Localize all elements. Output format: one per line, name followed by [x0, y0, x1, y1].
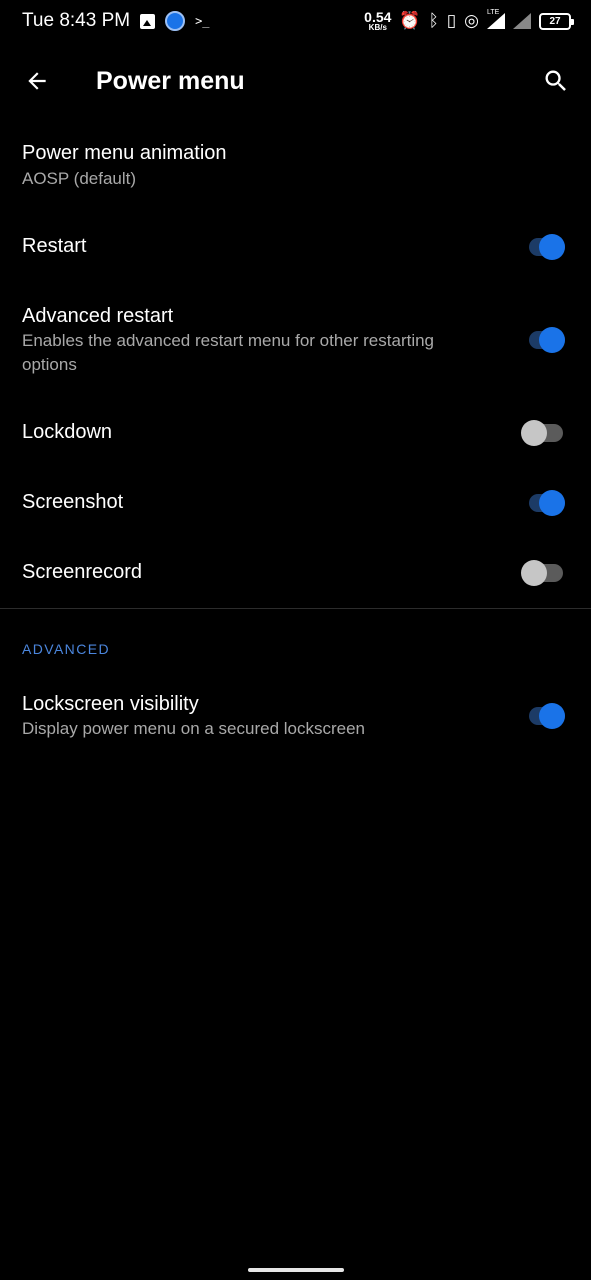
gesture-nav-handle[interactable]	[248, 1268, 344, 1272]
toggle-thumb	[521, 420, 547, 446]
setting-title: Lockscreen visibility	[22, 693, 199, 715]
setting-power-menu-animation[interactable]: Power menu animation AOSP (default)	[0, 130, 591, 204]
app-notification-icon	[165, 11, 186, 31]
status-time: Tue 8:43 PM	[22, 10, 131, 31]
setting-restart[interactable]: Restart	[0, 212, 591, 280]
settings-screen: Tue 8:43 PM >_ 0.54 KB/s ⏰ ᛒ ▯ ◎ LTE 27	[0, 0, 591, 1280]
toggle-thumb	[521, 560, 547, 586]
setting-summary-line: Enables the advanced restart menu for ot…	[22, 331, 435, 350]
signal-no-data-icon	[513, 13, 531, 29]
setting-title: Power menu animation	[22, 142, 227, 164]
arrow-back-icon	[28, 72, 46, 90]
setting-title: Restart	[22, 235, 87, 257]
screenshot-toggle[interactable]	[521, 487, 565, 517]
network-speed: 0.54 KB/s	[364, 10, 391, 32]
setting-summary-line: options	[22, 355, 77, 374]
setting-summary: AOSP (default)	[22, 169, 137, 188]
network-type: LTE	[487, 9, 500, 16]
network-speed-value: 0.54	[364, 9, 392, 25]
setting-screenrecord[interactable]: Screenrecord	[0, 538, 591, 606]
terminal-icon: >_	[195, 14, 210, 28]
page-title: Power menu	[96, 67, 245, 95]
battery-icon: 27	[539, 12, 574, 30]
setting-screenshot[interactable]: Screenshot	[0, 468, 591, 536]
alarm-icon: ⏰	[399, 11, 421, 30]
app-bar: Power menu	[0, 52, 591, 110]
search-icon	[545, 70, 566, 91]
lockscreen-visibility-toggle[interactable]	[521, 700, 565, 730]
status-bar-right: 0.54 KB/s ⏰ ᛒ ▯ ◎ LTE 27	[364, 9, 574, 32]
status-bar: Tue 8:43 PM >_ 0.54 KB/s ⏰ ᛒ ▯ ◎ LTE 27	[0, 0, 591, 44]
toggle-thumb	[539, 327, 565, 353]
vibrate-icon: ▯	[446, 11, 457, 30]
search-button[interactable]	[537, 62, 575, 100]
section-divider	[0, 608, 591, 609]
setting-lockscreen-visibility[interactable]: Lockscreen visibility Display power menu…	[0, 676, 591, 756]
section-header-advanced: ADVANCED	[22, 641, 110, 657]
toggle-thumb	[539, 703, 565, 729]
setting-title: Lockdown	[22, 421, 113, 443]
advanced-restart-toggle[interactable]	[521, 324, 565, 354]
network-speed-unit: KB/s	[368, 23, 387, 32]
image-icon	[140, 13, 156, 29]
setting-summary: Enables the advanced restart menu for ot…	[22, 329, 434, 377]
signal-icon: LTE	[487, 9, 505, 29]
setting-summary: Display power menu on a secured lockscre…	[22, 719, 366, 738]
back-button[interactable]	[18, 62, 56, 100]
screenrecord-toggle[interactable]	[521, 557, 565, 587]
restart-toggle[interactable]	[521, 231, 565, 261]
toggle-thumb	[539, 490, 565, 516]
status-bar-left: Tue 8:43 PM >_	[22, 10, 210, 32]
setting-title: Screenrecord	[22, 561, 143, 583]
battery-level: 27	[549, 15, 561, 27]
setting-title: Screenshot	[22, 491, 124, 513]
hotspot-icon: ◎	[464, 11, 479, 30]
setting-title: Advanced restart	[22, 305, 174, 327]
toggle-thumb	[539, 234, 565, 260]
setting-lockdown[interactable]: Lockdown	[0, 398, 591, 466]
lockdown-toggle[interactable]	[521, 417, 565, 447]
bluetooth-icon: ᛒ	[428, 11, 439, 30]
setting-advanced-restart[interactable]: Advanced restart Enables the advanced re…	[0, 288, 591, 388]
